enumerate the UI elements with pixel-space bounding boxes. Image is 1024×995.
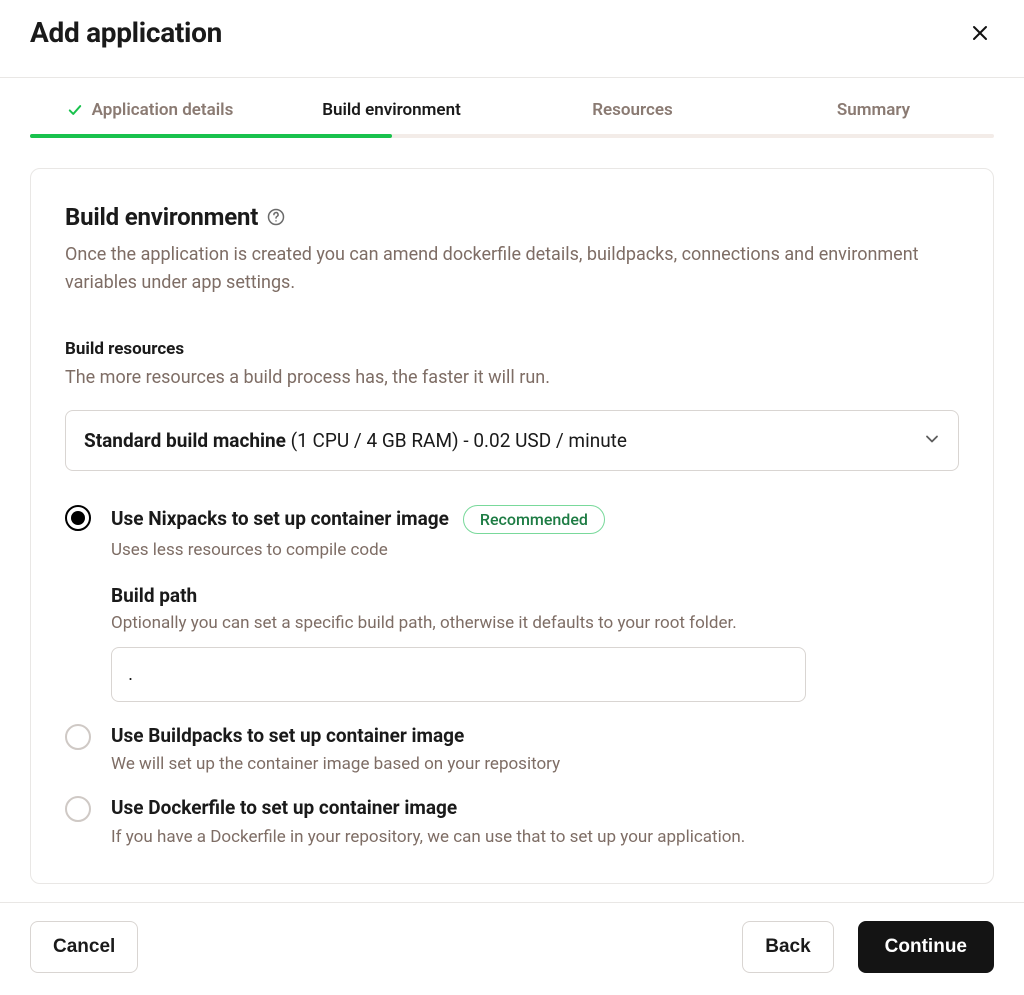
step-resources[interactable]: Resources xyxy=(512,78,753,138)
cancel-button[interactable]: Cancel xyxy=(30,921,138,973)
radio-dockerfile[interactable] xyxy=(65,796,91,822)
step-build-environment[interactable]: Build environment xyxy=(271,78,512,138)
progress-fill xyxy=(30,134,392,138)
option-dockerfile[interactable]: Use Dockerfile to set up container image… xyxy=(65,796,959,847)
option-title: Use Dockerfile to set up container image xyxy=(111,796,959,821)
check-icon xyxy=(68,103,82,117)
section-title: Build environment xyxy=(65,203,258,231)
step-label: Resources xyxy=(592,100,673,120)
recommended-badge: Recommended xyxy=(463,505,605,534)
option-subtitle: If you have a Dockerfile in your reposit… xyxy=(111,827,959,847)
step-label: Summary xyxy=(837,100,910,120)
section-description: Once the application is created you can … xyxy=(65,241,935,297)
step-application-details[interactable]: Application details xyxy=(30,78,271,138)
option-nixpacks[interactable]: Use Nixpacks to set up container image R… xyxy=(65,505,959,702)
help-icon[interactable] xyxy=(266,207,286,227)
modal-footer: Cancel Back Continue xyxy=(0,902,1024,995)
progress-track xyxy=(30,134,994,138)
chevron-down-icon xyxy=(924,429,940,452)
build-resources-label: Build resources xyxy=(65,339,959,359)
build-path-input[interactable] xyxy=(111,647,806,702)
build-path-description: Optionally you can set a specific build … xyxy=(111,613,959,633)
modal-title: Add application xyxy=(30,16,222,49)
step-label: Build environment xyxy=(322,100,461,120)
build-machine-select[interactable]: Standard build machine (1 CPU / 4 GB RAM… xyxy=(65,410,959,471)
close-button[interactable] xyxy=(966,19,994,47)
build-environment-card: Build environment Once the application i… xyxy=(30,168,994,884)
continue-button[interactable]: Continue xyxy=(858,921,994,973)
option-subtitle: We will set up the container image based… xyxy=(111,754,959,774)
back-button[interactable]: Back xyxy=(742,921,833,973)
option-title: Use Buildpacks to set up container image xyxy=(111,724,959,749)
build-resources-description: The more resources a build process has, … xyxy=(65,367,959,388)
select-value-rest: (1 CPU / 4 GB RAM) - 0.02 USD / minute xyxy=(286,429,627,452)
select-value-strong: Standard build machine xyxy=(84,429,286,452)
build-path-label: Build path xyxy=(111,584,959,607)
option-buildpacks[interactable]: Use Buildpacks to set up container image… xyxy=(65,724,959,775)
step-summary[interactable]: Summary xyxy=(753,78,994,138)
step-label: Application details xyxy=(92,100,234,120)
wizard-steps: Application details Build environment Re… xyxy=(0,78,1024,138)
radio-buildpacks[interactable] xyxy=(65,724,91,750)
close-icon xyxy=(972,25,988,41)
option-title: Use Nixpacks to set up container image xyxy=(111,507,449,532)
radio-nixpacks[interactable] xyxy=(65,505,91,531)
option-subtitle: Uses less resources to compile code xyxy=(111,540,959,560)
